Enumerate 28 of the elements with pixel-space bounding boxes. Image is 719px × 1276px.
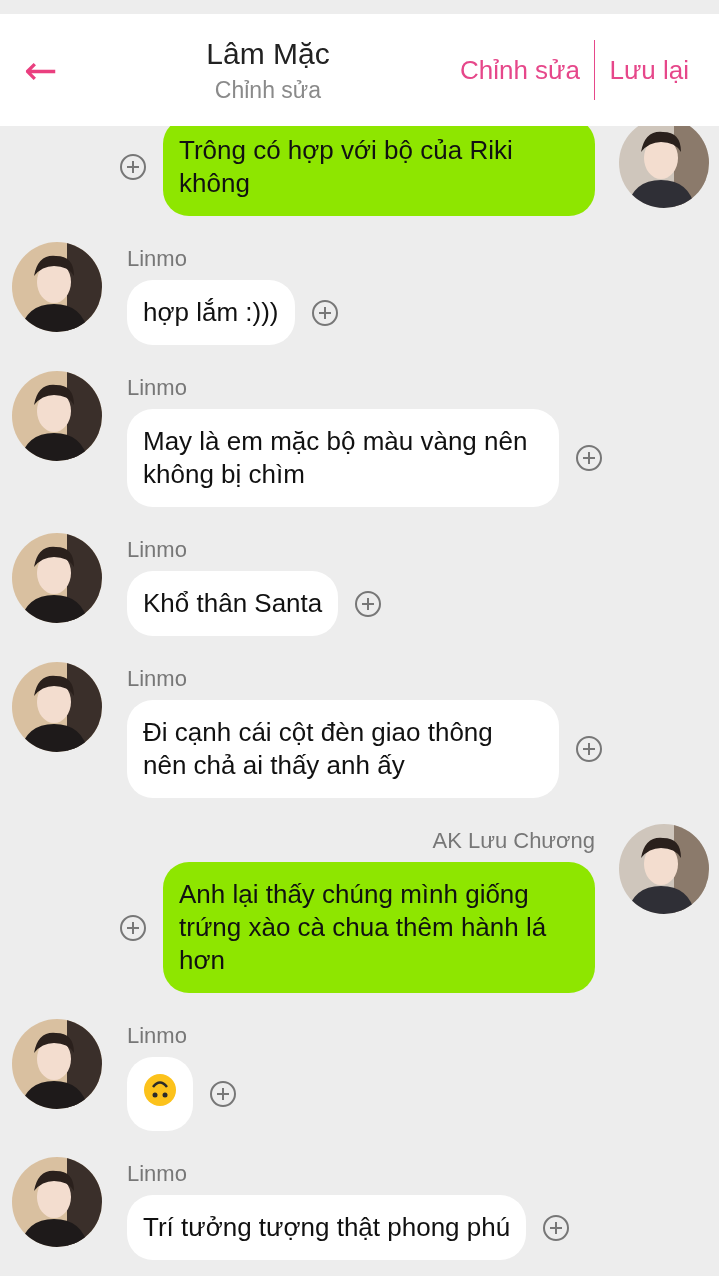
add-icon[interactable] [575, 444, 603, 472]
message-bubble: hợp lắm :))) [127, 280, 295, 345]
sender-name: Linmo [127, 1161, 187, 1187]
add-icon[interactable] [354, 589, 383, 618]
header-action-button[interactable]: Lưu lại [595, 54, 703, 86]
sender-name: Linmo [127, 246, 187, 272]
add-icon[interactable] [209, 1080, 237, 1108]
sender-name: AK Lưu Chương [432, 828, 595, 854]
upside-down-smiley-icon [143, 1073, 177, 1107]
add-icon[interactable] [310, 298, 339, 327]
chat-title: Lâm Mặc [206, 36, 330, 71]
message-bubble: Đi cạnh cái cột đèn giao thông nên chả ai thấy anh ấy [127, 700, 559, 798]
message-bubble: May là em mặc bộ màu vàng nên không bị chìm [127, 409, 559, 507]
message-bubble: Trí tưởng tượng thật phong phú [127, 1195, 527, 1260]
add-icon[interactable] [575, 735, 603, 763]
sender-name: Linmo [127, 375, 187, 401]
chat-subtitle: Chỉnh sửa [214, 76, 322, 104]
add-icon[interactable] [542, 1213, 571, 1242]
message-bubble: Khổ thân Santa [127, 571, 339, 636]
add-icon[interactable] [119, 913, 147, 942]
back-button[interactable]: ← [0, 47, 120, 93]
sender-name: Linmo [127, 1023, 187, 1049]
message-bubble: Anh lại thấy chúng mình giống trứng xào cà chua thêm hành lá hơn [163, 862, 595, 993]
header-action-button[interactable]: Chỉnh sửa [445, 54, 594, 86]
sender-name: Linmo [127, 537, 187, 563]
add-icon[interactable] [119, 153, 147, 181]
message-bubble: Trông có hợp với bộ của Riki không [163, 126, 595, 216]
sender-name: Linmo [127, 666, 187, 692]
